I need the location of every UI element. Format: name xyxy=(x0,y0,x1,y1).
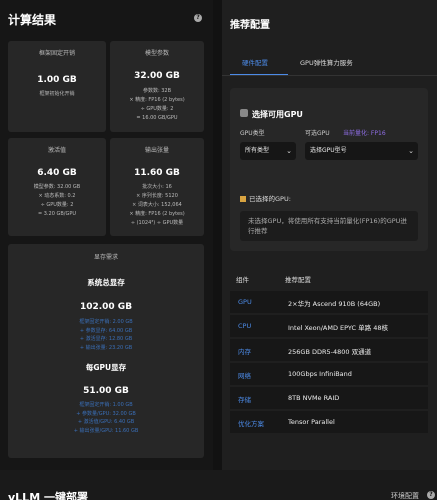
tab-gpu-service[interactable]: GPU弹性算力服务 xyxy=(300,57,353,67)
gpu-select-title: 选择可用GPU xyxy=(252,110,303,119)
gpu-model-value: 选择GPU型号 xyxy=(310,147,347,154)
deploy-title: vLLM 一键部署 xyxy=(8,491,88,500)
system-memory-title: 系统总显存 xyxy=(87,278,125,287)
table-row: GPU 2×华为 Ascend 910B (64GB) xyxy=(230,291,428,313)
precision-hint: 当前量化: FP16 xyxy=(343,130,386,137)
memory-card: 显存需求 系统总显存 102.00 GB 框架固定开销: 2.00 GB + 参… xyxy=(8,244,204,458)
card-header: 框架固定开销 xyxy=(38,50,75,57)
card-desc: = 16.00 GB/GPU xyxy=(136,115,178,121)
tab-hardware[interactable]: 硬件配置 xyxy=(242,57,268,67)
output-card: 输出张量 11.60 GB 批次大小: 16 × 序列长度: 5120 × 词表… xyxy=(110,138,204,236)
row-value: 256GB DDR5-4800 双通道 xyxy=(288,348,372,356)
row-value: 100Gbps InfiniBand xyxy=(288,370,352,378)
row-key: 优化方案 xyxy=(238,420,264,428)
card-value: 11.60 GB xyxy=(134,168,180,178)
recommend-title: 推荐配置 xyxy=(230,20,270,31)
results-title: 计算结果 xyxy=(8,13,57,27)
table-header-config: 推荐配置 xyxy=(285,276,311,284)
table-row: 网络 100Gbps InfiniBand xyxy=(230,363,428,385)
system-memory-line: + 参数显存: 64.00 GB xyxy=(79,327,133,334)
table-row: 存储 8TB NVMe RAID xyxy=(230,387,428,409)
card-desc: 批次大小: 16 xyxy=(142,184,172,190)
table-row: 内存 256GB DDR5-4800 双通道 xyxy=(230,339,428,361)
card-desc: = 3.20 GB/GPU xyxy=(37,211,77,217)
per-gpu-memory-value: 51.00 GB xyxy=(83,386,129,396)
card-value: 32.00 GB xyxy=(134,71,180,81)
chevron-down-icon: ⌄ xyxy=(286,147,292,155)
system-memory-line: + 输出张量: 23.20 GB xyxy=(79,344,133,351)
results-panel: 计算结果 ? 框架固定开销 1.00 GB 框架初始化开销 模型参数 32.00… xyxy=(0,0,213,470)
row-value: Tensor Parallel xyxy=(288,418,335,426)
per-gpu-memory-line: + 参数量/GPU: 32.00 GB xyxy=(76,410,136,417)
gpu-model-select[interactable]: 选择GPU型号 ⌄ xyxy=(305,142,418,160)
selected-gpu-label: 已选择的GPU: xyxy=(240,193,291,203)
row-value: Intel Xeon/AMD EPYC 单路 48核 xyxy=(288,324,388,332)
row-key: CPU xyxy=(238,322,252,330)
per-gpu-memory-line: + 输出张量/GPU: 11.60 GB xyxy=(73,427,139,434)
gpu-type-value: 所有类型 xyxy=(245,147,270,154)
card-desc: × 词表大小: 152,064 xyxy=(132,202,182,208)
per-gpu-memory-title: 每GPU显存 xyxy=(85,363,127,372)
card-desc: × 精度: FP16 (2 bytes) xyxy=(129,211,185,217)
system-memory-value: 102.00 GB xyxy=(79,302,133,312)
system-memory-line: + 激活显存: 12.80 GB xyxy=(79,336,133,342)
table-row: 优化方案 Tensor Parallel xyxy=(230,411,428,433)
tab-divider xyxy=(222,75,437,76)
gpu-icon xyxy=(240,109,248,117)
card-desc: ÷ GPU数量: 2 xyxy=(140,106,174,112)
card-desc: ÷ GPU数量: 2 xyxy=(40,202,74,208)
per-gpu-memory-line: 框架固定开销: 1.00 GB xyxy=(79,402,133,408)
table-header: 组件 推荐配置 xyxy=(230,264,428,291)
params-card: 模型参数 32.00 GB 参数数: 32B × 精度: FP16 (2 byt… xyxy=(110,41,204,132)
table-row: CPU Intel Xeon/AMD EPYC 单路 48核 xyxy=(230,315,428,337)
card-desc: ÷ (1024³) ÷ GPU数量 xyxy=(130,220,184,226)
selected-gpu-text: 已选择的GPU: xyxy=(249,195,291,203)
gpu-selected-icon xyxy=(240,196,246,202)
active-tab-indicator xyxy=(230,74,288,75)
gpu-type-label: GPU类型 xyxy=(240,130,265,137)
card-desc: 模型参数: 32.00 GB xyxy=(33,184,81,190)
table-header-component: 组件 xyxy=(236,276,249,284)
deploy-section: vLLM 一键部署 环境配置 ? xyxy=(0,470,437,500)
row-value: 2×华为 Ascend 910B (64GB) xyxy=(288,300,381,308)
env-config-link[interactable]: 环境配置 xyxy=(391,491,419,500)
gpu-model-label: 可选GPU xyxy=(305,130,330,137)
config-table: 组件 推荐配置 GPU 2×华为 Ascend 910B (64GB) CPU In… xyxy=(230,264,428,435)
card-desc: × 精度: FP16 (2 bytes) xyxy=(129,97,185,103)
per-gpu-memory-line: + 激活值/GPU: 6.40 GB xyxy=(77,419,135,425)
gpu-note: 未选择GPU，将使用所有支持当前量化(FP16)的GPU进行推荐 xyxy=(240,211,418,241)
card-header: 模型参数 xyxy=(144,50,169,57)
activation-card: 激活值 6.40 GB 模型参数: 32.00 GB × 动态系数: 0.2 ÷… xyxy=(8,138,106,236)
row-key: 网络 xyxy=(238,372,251,380)
app-root: 计算结果 ? 框架固定开销 1.00 GB 框架初始化开销 模型参数 32.00… xyxy=(0,0,437,500)
card-header: 输出张量 xyxy=(144,147,169,154)
gpu-select-box: 选择可用GPU GPU类型 可选GPU 当前量化: FP16 所有类型 ⌄ 选择… xyxy=(230,88,428,251)
card-value: 6.40 GB xyxy=(37,168,77,178)
help-icon[interactable]: ? xyxy=(194,14,202,22)
gpu-type-select[interactable]: 所有类型 ⌄ xyxy=(240,142,296,160)
row-value: 8TB NVMe RAID xyxy=(288,394,340,402)
help-icon[interactable]: ? xyxy=(427,491,435,499)
card-value: 1.00 GB xyxy=(37,75,77,85)
card-header: 激活值 xyxy=(47,147,66,154)
chevron-down-icon: ⌄ xyxy=(408,147,414,155)
card-desc: 框架初始化开销 xyxy=(39,91,75,97)
row-key: GPU xyxy=(238,298,252,306)
card-desc: 参数数: 32B xyxy=(142,88,172,94)
card-header: 显存需求 xyxy=(93,254,118,261)
framework-card: 框架固定开销 1.00 GB 框架初始化开销 xyxy=(8,41,106,132)
recommend-panel: 推荐配置 硬件配置 GPU弹性算力服务 选择可用GPU GPU类型 可选GPU … xyxy=(222,0,437,470)
card-desc: × 动态系数: 0.2 xyxy=(38,193,76,199)
row-key: 内存 xyxy=(238,348,251,356)
card-desc: × 序列长度: 5120 xyxy=(136,193,178,199)
system-memory-line: 框架固定开销: 2.00 GB xyxy=(79,319,133,325)
row-key: 存储 xyxy=(238,396,251,404)
